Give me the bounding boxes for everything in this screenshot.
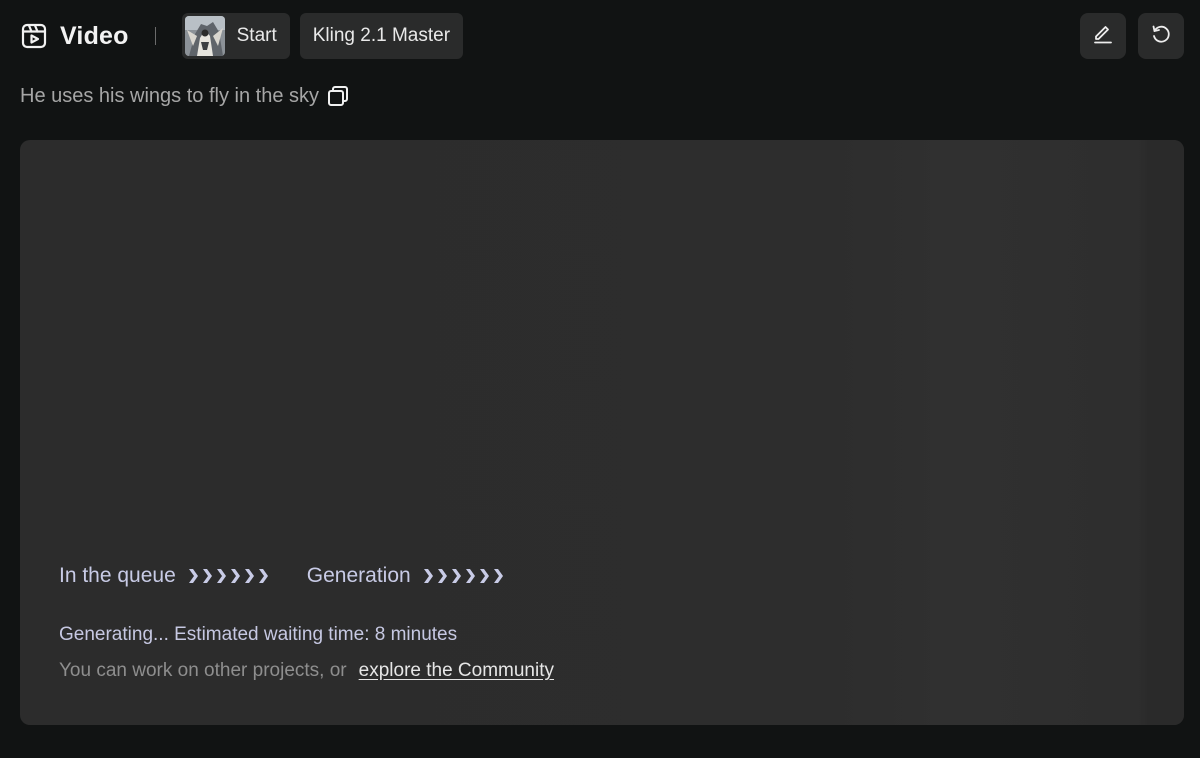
header: Video Start Kling 2.1 Master	[20, 13, 1184, 59]
stage-generation: Generation	[307, 564, 506, 588]
undo-icon	[1149, 22, 1173, 51]
model-chip[interactable]: Kling 2.1 Master	[299, 13, 464, 59]
edit-button[interactable]	[1080, 13, 1126, 59]
video-preview-card: In the queue Generation Generating... Es…	[20, 140, 1184, 725]
generation-status: Generating... Estimated waiting time: 8 …	[59, 624, 458, 645]
chevrons-icon	[422, 567, 506, 585]
stage-generation-label: Generation	[306, 564, 411, 587]
stage-queue-label: In the queue	[59, 564, 176, 587]
stage-queue: In the queue	[59, 564, 271, 588]
hint-row: You can work on other projects, or explor…	[59, 660, 554, 682]
prompt-text: He uses his wings to fly in the sky	[20, 84, 320, 107]
card-edge	[1150, 140, 1184, 725]
chevrons-icon	[187, 567, 271, 585]
start-frame-chip[interactable]: Start	[181, 13, 290, 59]
page: Video Start Kling 2.1 Master He uses his…	[0, 0, 1200, 758]
hint-text: You can work on other projects, or	[59, 660, 347, 681]
start-frame-thumbnail	[184, 16, 225, 56]
title-divider	[154, 27, 156, 45]
start-chip-label: Start	[236, 25, 277, 46]
pencil-icon	[1091, 22, 1115, 51]
video-icon	[20, 22, 48, 50]
regenerate-button[interactable]	[1138, 13, 1184, 59]
explore-community-link[interactable]: explore the Community	[359, 660, 554, 681]
title-group: Video	[20, 22, 129, 51]
model-chip-label: Kling 2.1 Master	[312, 25, 451, 46]
prompt-row: He uses his wings to fly in the sky	[20, 82, 350, 110]
page-title: Video	[60, 21, 129, 50]
progress-stages: In the queue Generation	[59, 561, 506, 591]
copy-icon[interactable]	[326, 84, 350, 108]
